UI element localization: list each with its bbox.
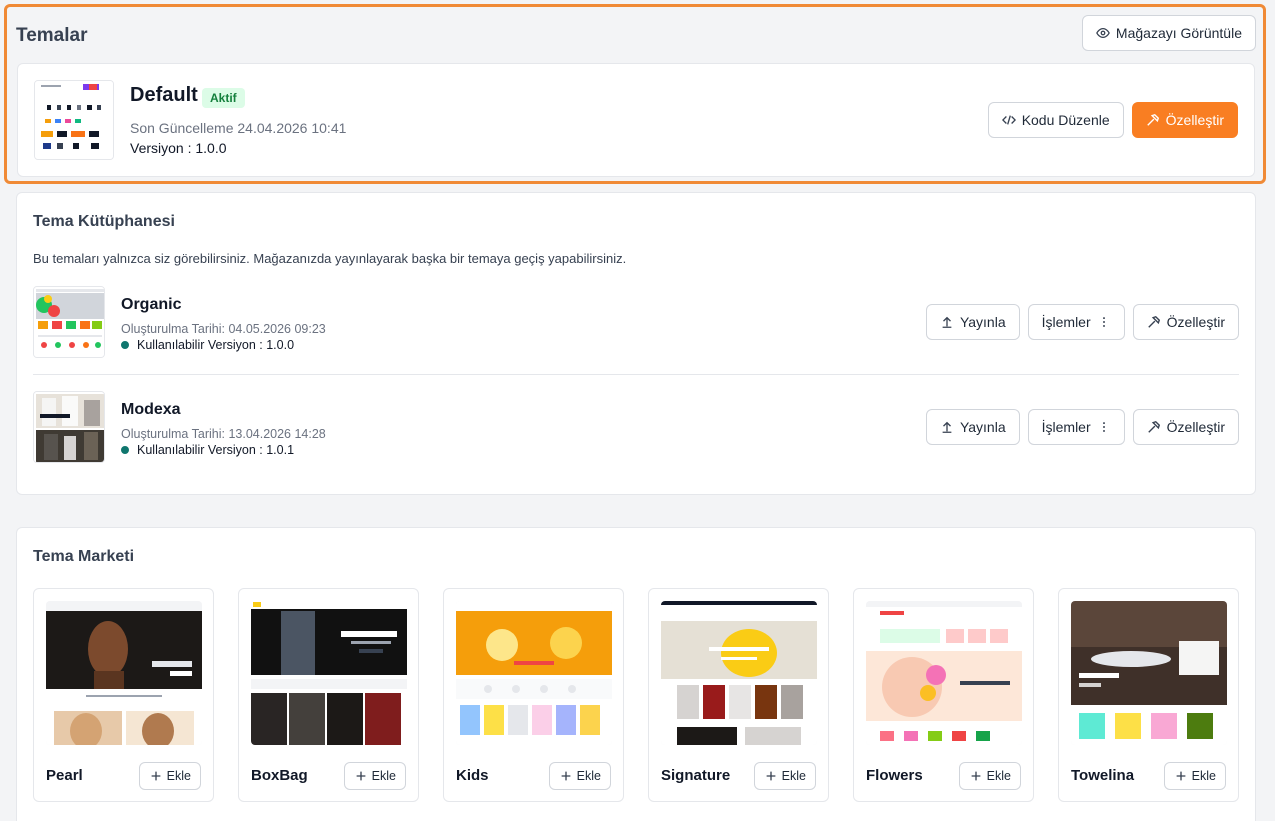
customize-active-label: Özelleştir: [1165, 112, 1224, 128]
library-item-version: Kullanılabilir Versiyon : 1.0.1: [121, 443, 294, 457]
market-card-pearl: Pearl Ekle: [33, 588, 214, 802]
market-card-signature: Signature Ekle: [648, 588, 829, 802]
publish-label: Yayınla: [959, 419, 1006, 435]
library-divider: [33, 374, 1239, 375]
publish-button[interactable]: Yayınla: [925, 304, 1020, 340]
market-card-kids: Kids Ekle: [443, 588, 624, 802]
add-theme-button[interactable]: Ekle: [548, 762, 611, 790]
actions-menu-button[interactable]: İşlemler: [1027, 409, 1125, 445]
publish-label: Yayınla: [959, 314, 1006, 330]
customize-button[interactable]: Özelleştir: [1132, 409, 1239, 445]
library-item-actions: Yayınla İşlemler Özelleştir: [925, 409, 1239, 445]
active-theme-section: Temalar Mağazayı Görüntüle Default Aktif…: [4, 4, 1266, 184]
hammer-icon: [1147, 420, 1161, 434]
status-dot: [121, 446, 129, 454]
customize-button[interactable]: Özelleştir: [1132, 304, 1239, 340]
actions-menu-button[interactable]: İşlemler: [1027, 304, 1125, 340]
library-description: Bu temaları yalnızca siz görebilirsiniz.…: [33, 251, 627, 266]
hammer-icon: [1147, 315, 1161, 329]
actions-label: İşlemler: [1041, 314, 1091, 330]
plus-icon: [559, 769, 573, 783]
library-item-name: Modexa: [121, 401, 181, 418]
publish-button[interactable]: Yayınla: [925, 409, 1020, 445]
upload-icon: [940, 420, 954, 434]
customize-label: Özelleştir: [1166, 419, 1225, 435]
pearl-theme-preview: [46, 601, 202, 745]
add-label: Ekle: [371, 769, 396, 783]
customize-active-button[interactable]: Özelleştir: [1131, 102, 1238, 138]
market-item-name: Kids: [456, 767, 489, 784]
upload-icon: [940, 315, 954, 329]
library-item-actions: Yayınla İşlemler Özelleştir: [925, 304, 1239, 340]
kids-theme-preview: [456, 601, 612, 745]
active-status-badge: Aktif: [202, 88, 245, 108]
plus-icon: [764, 769, 778, 783]
plus-icon: [969, 769, 983, 783]
actions-label: İşlemler: [1041, 419, 1091, 435]
active-theme-card: Default Aktif Son Güncelleme 24.04.2026 …: [17, 63, 1255, 177]
view-store-label: Mağazayı Görüntüle: [1115, 25, 1242, 41]
add-label: Ekle: [986, 769, 1011, 783]
market-card-towelina: Towelina Ekle: [1058, 588, 1239, 802]
library-item-created: Oluşturulma Tarihi: 04.05.2026 09:23: [121, 322, 326, 336]
view-store-button[interactable]: Mağazayı Görüntüle: [1081, 15, 1256, 51]
add-label: Ekle: [781, 769, 806, 783]
library-item-created: Oluşturulma Tarihi: 13.04.2026 14:28: [121, 427, 326, 441]
page-title: Temalar: [16, 25, 88, 46]
plus-icon: [1174, 769, 1188, 783]
add-label: Ekle: [576, 769, 601, 783]
add-label: Ekle: [166, 769, 191, 783]
library-item-modexa: Modexa Oluşturulma Tarihi: 13.04.2026 14…: [33, 391, 1239, 465]
status-dot: [121, 341, 129, 349]
organic-theme-thumbnail: [33, 286, 105, 358]
market-item-name: BoxBag: [251, 767, 308, 784]
library-title: Tema Kütüphanesi: [33, 213, 175, 230]
active-theme-name: Default: [130, 84, 198, 106]
market-item-name: Flowers: [866, 767, 923, 784]
signature-theme-preview: [661, 601, 817, 745]
add-theme-button[interactable]: Ekle: [343, 762, 406, 790]
active-theme-updated: Son Güncelleme 24.04.2026 10:41: [130, 120, 347, 136]
plus-icon: [149, 769, 163, 783]
theme-library-section: Tema Kütüphanesi Bu temaları yalnızca si…: [16, 192, 1256, 495]
add-theme-button[interactable]: Ekle: [138, 762, 201, 790]
market-item-name: Pearl: [46, 767, 83, 784]
market-card-boxbag: BoxBag Ekle: [238, 588, 419, 802]
active-theme-version: Versiyon : 1.0.0: [130, 140, 227, 156]
library-item-version: Kullanılabilir Versiyon : 1.0.0: [121, 338, 294, 352]
market-card-flowers: Flowers Ekle: [853, 588, 1034, 802]
add-theme-button[interactable]: Ekle: [958, 762, 1021, 790]
market-item-name: Towelina: [1071, 767, 1135, 784]
edit-code-label: Kodu Düzenle: [1021, 112, 1110, 128]
towelina-theme-preview: [1071, 601, 1227, 745]
library-item-name: Organic: [121, 296, 182, 313]
add-label: Ekle: [1191, 769, 1216, 783]
edit-code-button[interactable]: Kodu Düzenle: [987, 102, 1124, 138]
modexa-theme-thumbnail: [33, 391, 105, 463]
customize-label: Özelleştir: [1166, 314, 1225, 330]
default-theme-thumbnail: [34, 80, 114, 160]
add-theme-button[interactable]: Ekle: [753, 762, 816, 790]
library-item-organic: Organic Oluşturulma Tarihi: 04.05.2026 0…: [33, 286, 1239, 360]
boxbag-theme-preview: [251, 601, 407, 745]
market-grid: Pearl Ekle BoxBag Ekle Kids Ekle Signatu…: [33, 588, 1239, 802]
market-title: Tema Marketi: [33, 548, 135, 565]
more-vertical-icon: [1097, 315, 1111, 329]
library-item-version-label: Kullanılabilir Versiyon : 1.0.1: [137, 443, 295, 457]
active-theme-actions: Kodu Düzenle Özelleştir: [987, 102, 1238, 138]
market-item-name: Signature: [661, 767, 731, 784]
add-theme-button[interactable]: Ekle: [1163, 762, 1226, 790]
plus-icon: [354, 769, 368, 783]
eye-icon: [1096, 26, 1110, 40]
code-icon: [1001, 113, 1016, 127]
hammer-icon: [1146, 113, 1160, 127]
flowers-theme-preview: [866, 601, 1022, 745]
library-item-version-label: Kullanılabilir Versiyon : 1.0.0: [137, 338, 295, 352]
theme-market-section: Tema Marketi Pearl Ekle BoxBag Ekle Kids…: [16, 527, 1256, 821]
more-vertical-icon: [1097, 420, 1111, 434]
